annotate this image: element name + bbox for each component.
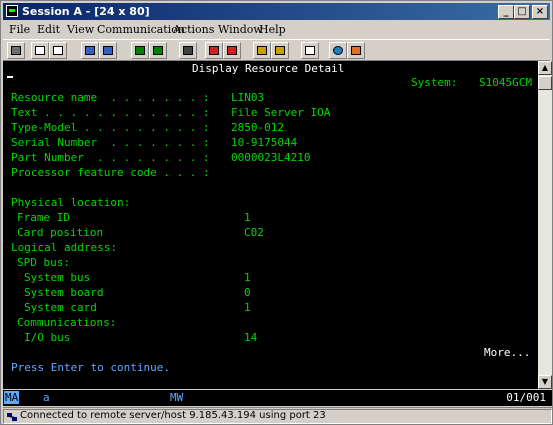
function-key-prompt: Press Enter to continue. — [11, 361, 170, 374]
menu-bar: File Edit View Communication Actions Win… — [3, 21, 550, 38]
maximize-button[interactable]: □ — [514, 5, 530, 19]
location-label: System bus — [24, 271, 91, 284]
field-label: Text . . . . . . . . . . . . : — [11, 106, 210, 119]
location-label: Communications: — [17, 316, 117, 329]
send-icon — [85, 46, 95, 55]
paste-icon — [53, 46, 63, 55]
status-panel: Connected to remote server/host 9.185.43… — [3, 409, 552, 424]
status-bar: Connected to remote server/host 9.185.43… — [3, 407, 552, 424]
session-indicator: a — [43, 391, 50, 404]
location-label: SPD bus: — [17, 256, 70, 269]
location-value: 1 — [244, 271, 251, 284]
macro-run-button[interactable] — [271, 42, 289, 59]
copy-icon — [35, 46, 45, 55]
macro-edit-button[interactable] — [253, 42, 271, 59]
menu-window[interactable]: Window — [218, 23, 263, 36]
screen-title: Display Resource Detail — [192, 62, 345, 75]
print-icon — [11, 46, 21, 55]
keypad-icon — [153, 46, 163, 55]
edit-icon — [351, 46, 361, 55]
toolbar — [3, 39, 550, 61]
field-label: Processor feature code . . . : — [11, 166, 210, 179]
location-label: Physical location: — [11, 196, 131, 209]
field-value: 10-9175044 — [231, 136, 298, 149]
connection-status: Connected to remote server/host 9.185.43… — [20, 410, 326, 421]
send-file-button[interactable] — [81, 42, 99, 59]
terminal-app-icon[interactable] — [6, 5, 18, 17]
macro-play-button[interactable] — [223, 42, 241, 59]
terminal-screen[interactable]: Display Resource Detail System: S1045GCM… — [3, 61, 538, 389]
display-setup-button[interactable] — [131, 42, 149, 59]
edit-button[interactable] — [347, 42, 365, 59]
emulator-window: Session A - [24 x 80] _ □ × File Edit Vi… — [0, 0, 553, 425]
scroll-thumb[interactable] — [538, 76, 552, 90]
location-label: Card position — [17, 226, 104, 239]
keypad-button[interactable] — [149, 42, 167, 59]
field-label: Serial Number . . . . . . . : — [11, 136, 210, 149]
menu-communication[interactable]: Communication — [97, 23, 185, 36]
field-value: 2850-012 — [231, 121, 284, 134]
copy-button[interactable] — [31, 42, 49, 59]
location-label: System card — [24, 301, 97, 314]
minimize-button[interactable]: _ — [498, 5, 514, 19]
close-button[interactable]: × — [532, 5, 548, 19]
mw-indicator: MW — [170, 391, 184, 404]
macro-record-button[interactable] — [179, 42, 197, 59]
location-label: Logical address: — [11, 241, 117, 254]
display-icon — [135, 46, 145, 55]
location-label: Frame ID — [17, 211, 70, 224]
location-value: 0 — [244, 286, 251, 299]
scroll-up-icon[interactable]: ▲ — [538, 61, 552, 75]
scroll-down-icon[interactable]: ▼ — [538, 375, 552, 389]
ma-indicator: MA — [4, 391, 20, 404]
connection-icon — [7, 413, 17, 421]
menu-actions[interactable]: Actions — [173, 23, 214, 36]
location-label: System board — [24, 286, 104, 299]
field-label: Part Number . . . . . . . . : — [11, 151, 210, 164]
location-value: 14 — [244, 331, 258, 344]
system-label: System: — [411, 76, 458, 89]
web-button[interactable] — [329, 42, 347, 59]
cursor-position: 01/001 — [506, 391, 546, 404]
clipboard-button[interactable] — [301, 42, 319, 59]
receive-file-button[interactable] — [99, 42, 117, 59]
field-label: Type-Model . . . . . . . . . : — [11, 121, 210, 134]
more-indicator: More... — [484, 346, 531, 359]
location-value: 1 — [244, 301, 251, 314]
menu-help[interactable]: Help — [259, 23, 286, 36]
location-value: C02 — [244, 226, 264, 239]
print-button[interactable] — [7, 42, 25, 59]
location-value: 1 — [244, 211, 251, 224]
menu-file[interactable]: File — [9, 23, 30, 36]
field-value: File Server IOA — [231, 106, 331, 119]
field-value: 0000023L4210 — [231, 151, 311, 164]
macro-stop-icon — [209, 46, 219, 55]
menu-view[interactable]: View — [67, 23, 94, 36]
field-label: Resource name . . . . . . . : — [11, 91, 210, 104]
location-label: I/O bus — [24, 331, 71, 344]
field-value: LIN03 — [231, 91, 265, 104]
window-title: Session A - [24 x 80] — [22, 5, 150, 18]
operator-info-area: MA a MW 01/001 — [3, 390, 552, 406]
paste-button[interactable] — [49, 42, 67, 59]
macro-play-icon — [227, 46, 237, 55]
macro-edit-icon — [257, 46, 267, 55]
system-value: S1045GCM — [479, 76, 532, 89]
cursor — [7, 76, 13, 78]
menu-edit[interactable]: Edit — [37, 23, 60, 36]
title-bar[interactable]: Session A - [24 x 80] _ □ × — [3, 3, 550, 20]
macro-run-icon — [275, 46, 285, 55]
macro-stop-button[interactable] — [205, 42, 223, 59]
clipboard-icon — [305, 46, 315, 55]
globe-icon — [333, 46, 343, 55]
vertical-scrollbar[interactable]: ▲ ▼ — [538, 61, 552, 389]
receive-icon — [103, 46, 113, 55]
macro-record-icon — [183, 46, 193, 55]
